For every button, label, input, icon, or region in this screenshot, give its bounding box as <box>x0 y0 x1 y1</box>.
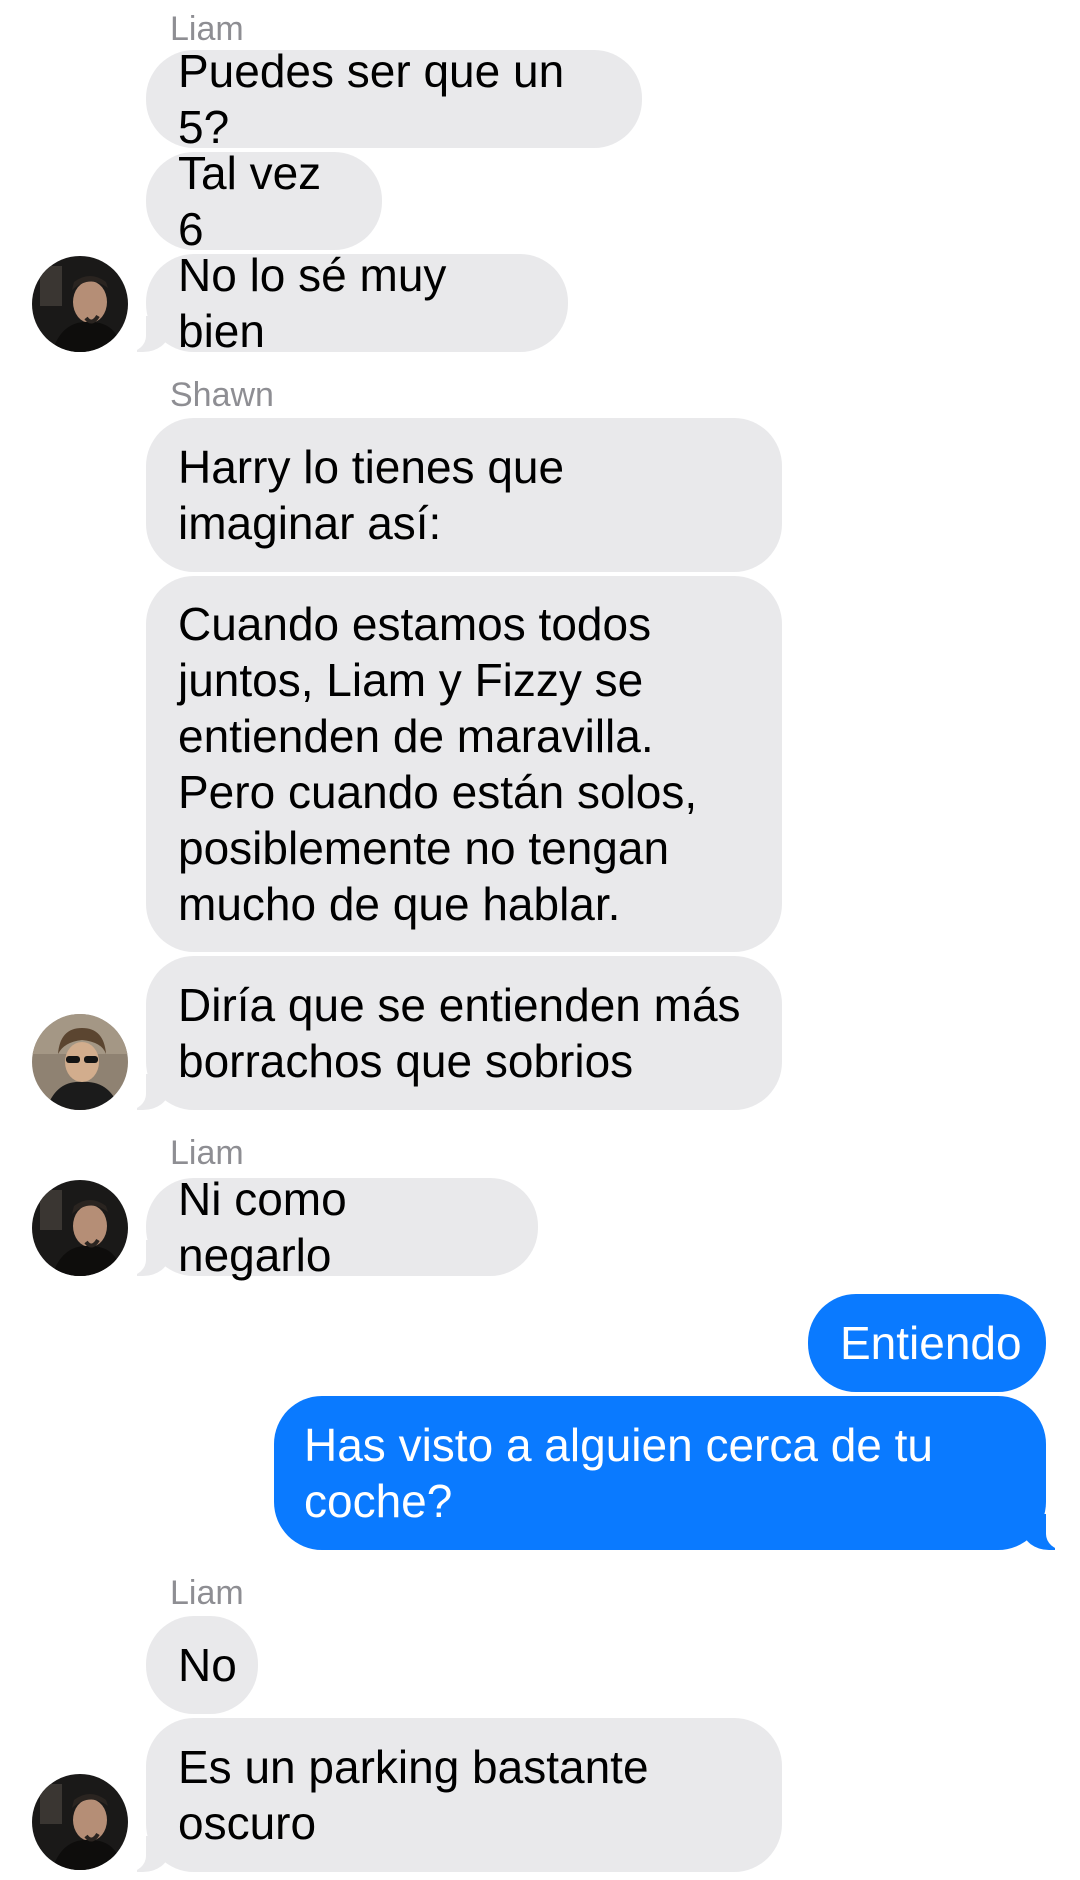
message-text: No lo sé muy bien <box>178 249 447 357</box>
sender-name: Liam <box>170 1574 244 1612</box>
message-bubble-incoming[interactable]: Harry lo tienes que imaginar así: <box>146 418 782 572</box>
sender-name: Liam <box>170 10 244 48</box>
message-text: Harry lo tienes que imaginar así: <box>178 441 565 549</box>
message-text: Puedes ser que un 5? <box>178 45 565 153</box>
message-bubble-incoming[interactable]: Ni como negarlo <box>124 1173 538 1281</box>
message-bubble-incoming[interactable]: Es un parking bastante oscuro <box>124 1718 782 1872</box>
message-bubble-incoming[interactable]: Diría que se entienden más borrachos que… <box>124 956 782 1110</box>
liam-avatar[interactable] <box>32 1774 128 1870</box>
message-text: Cuando estamos todos juntos, Liam y Fizz… <box>178 598 698 930</box>
message-bubble-outgoing[interactable]: Has visto a alguien cerca de tu coche? <box>274 1396 1068 1550</box>
message-text: Tal vez 6 <box>178 147 322 255</box>
message-bubble-incoming[interactable]: No <box>146 1616 258 1714</box>
message-text: Has visto a alguien cerca de tu coche? <box>304 1419 934 1527</box>
sender-name: Shawn <box>170 376 274 414</box>
message-text: No <box>178 1639 237 1691</box>
message-text: Es un parking bastante oscuro <box>178 1741 649 1849</box>
message-bubble-outgoing[interactable]: Entiendo <box>808 1294 1046 1392</box>
message-bubble-incoming[interactable]: Cuando estamos todos juntos, Liam y Fizz… <box>146 576 782 952</box>
message-bubble-incoming[interactable]: Puedes ser que un 5? <box>146 45 642 153</box>
liam-avatar[interactable] <box>32 256 128 352</box>
message-text: Diría que se entienden más borrachos que… <box>178 979 741 1087</box>
message-bubble-incoming[interactable]: No lo sé muy bien <box>124 249 568 357</box>
message-text: Ni como negarlo <box>178 1173 347 1281</box>
sender-name: Liam <box>170 1134 244 1172</box>
shawn-avatar[interactable] <box>32 1014 128 1110</box>
message-text: Entiendo <box>840 1317 1022 1369</box>
message-bubble-incoming[interactable]: Tal vez 6 <box>146 147 382 255</box>
liam-avatar[interactable] <box>32 1180 128 1276</box>
